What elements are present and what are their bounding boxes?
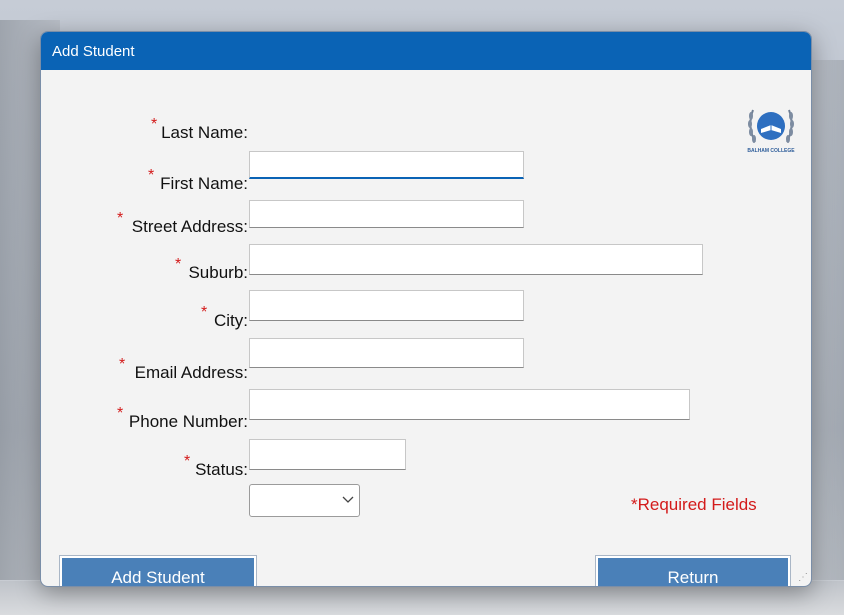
first-name-label: First Name: (160, 174, 248, 193)
required-star: * (117, 210, 124, 227)
required-star: * (117, 405, 124, 422)
required-star: * (119, 356, 126, 373)
required-star: * (151, 116, 158, 133)
status-select[interactable] (249, 484, 360, 517)
phone-number-input[interactable] (249, 439, 406, 470)
required-star: * (184, 453, 191, 470)
email-address-input[interactable] (249, 389, 690, 420)
chevron-down-icon (342, 493, 354, 508)
phone-number-label: Phone Number: (128, 412, 248, 431)
suburb-label: Suburb: (188, 263, 248, 282)
college-logo: BALHAM COLLEGE (743, 100, 799, 162)
street-address-input[interactable] (249, 244, 703, 275)
email-address-label: Email Address: (134, 363, 248, 382)
title-bar: Add Student (41, 32, 811, 70)
add-student-button[interactable]: Add Student (59, 555, 257, 586)
first-name-input[interactable] (249, 200, 524, 228)
required-fields-note: *Required Fields (631, 495, 757, 514)
add-student-window: Add Student BALHAM COLLEGE * Last Name: (40, 31, 812, 587)
city-label: City: (214, 311, 248, 330)
suburb-input[interactable] (249, 290, 524, 321)
last-name-label: Last Name: (161, 123, 248, 142)
required-star: * (148, 167, 155, 184)
street-address-label: Street Address: (131, 217, 248, 236)
form-area: BALHAM COLLEGE * Last Name: * First Name… (41, 70, 811, 586)
window-title: Add Student (52, 42, 135, 60)
last-name-input[interactable] (249, 151, 524, 179)
required-star: * (201, 304, 208, 321)
return-button[interactable]: Return (595, 555, 791, 586)
status-label: Status: (195, 460, 248, 479)
required-star: * (175, 256, 182, 273)
resize-grip-icon[interactable]: ⋰ (798, 572, 808, 583)
svg-text:BALHAM COLLEGE: BALHAM COLLEGE (747, 148, 795, 154)
city-input[interactable] (249, 338, 524, 368)
